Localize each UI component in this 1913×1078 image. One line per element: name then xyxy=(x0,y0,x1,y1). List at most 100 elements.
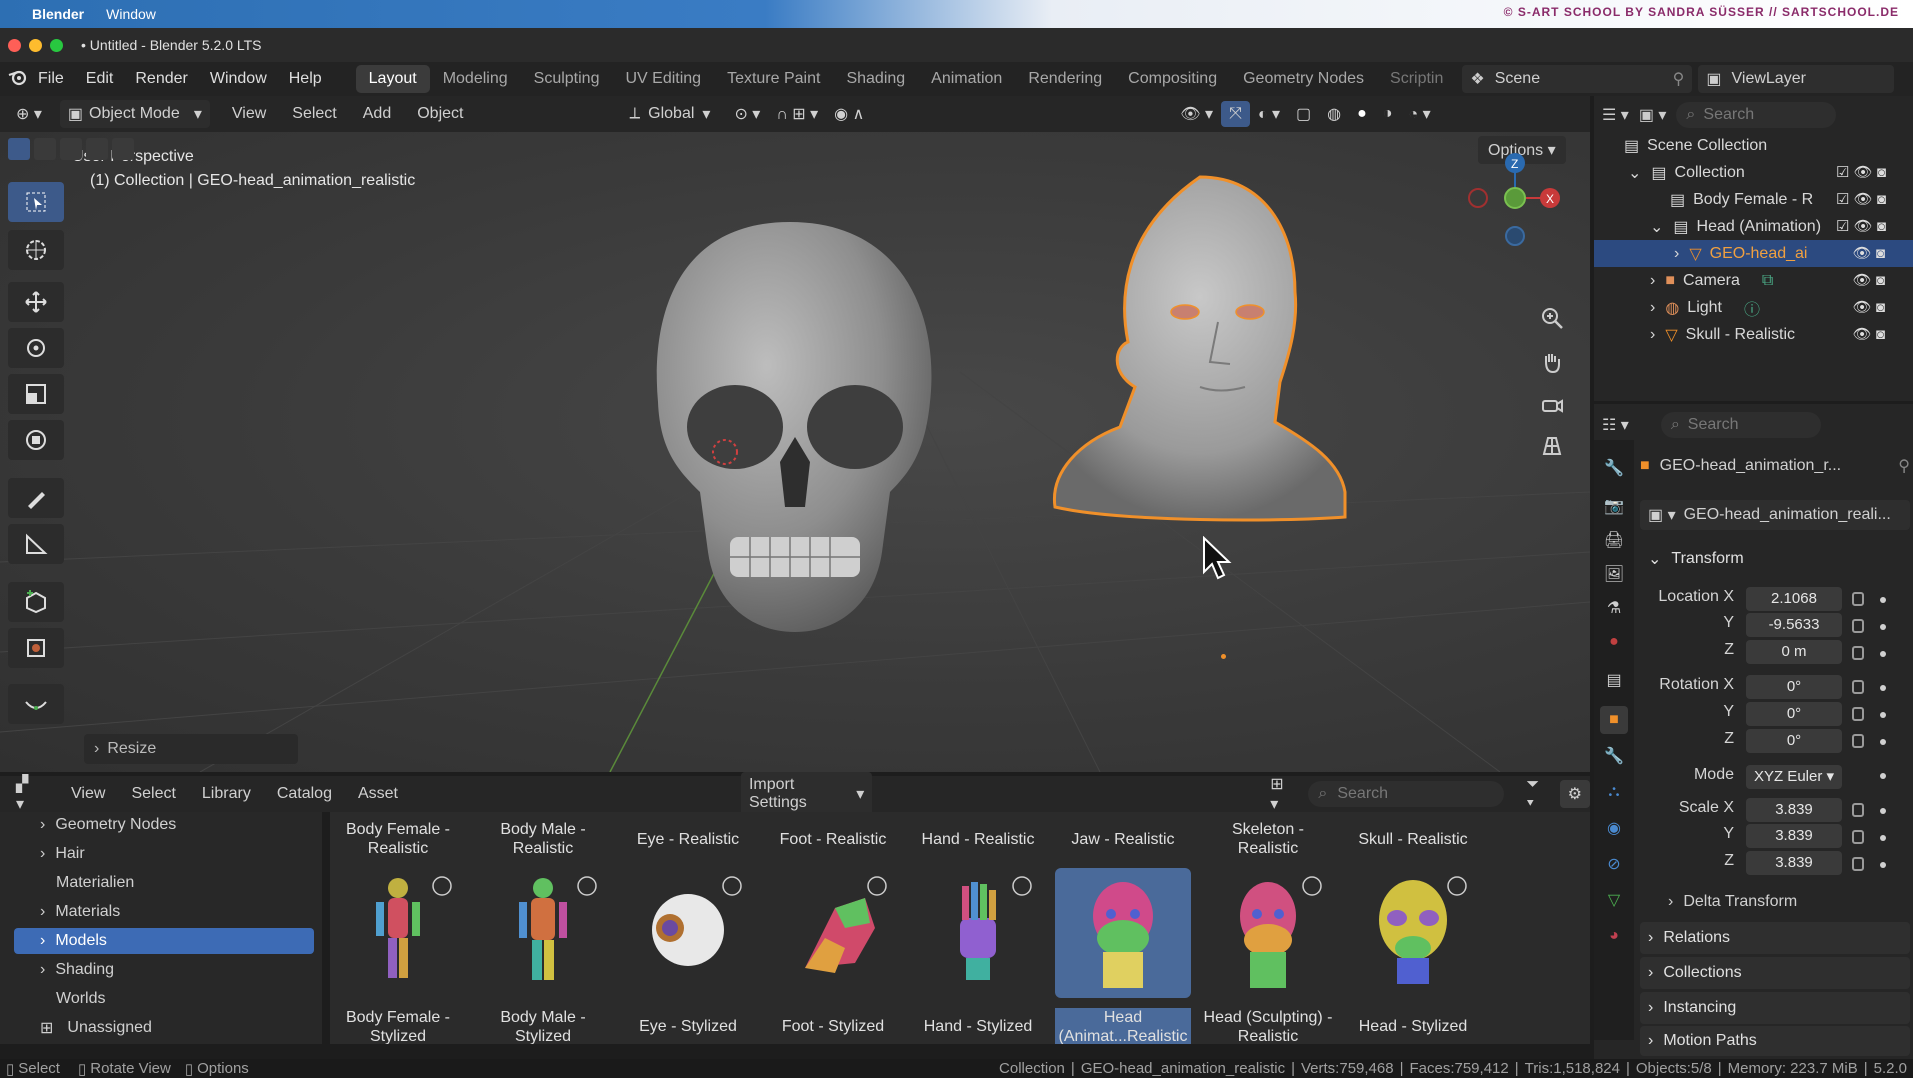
chevron-right-icon[interactable]: › xyxy=(1650,326,1655,344)
blender-logo-icon[interactable] xyxy=(8,68,28,91)
menu-select[interactable]: Select xyxy=(284,101,344,127)
skull-model[interactable] xyxy=(620,222,970,642)
asset-body-female-stylized[interactable]: Body Female - Stylized xyxy=(330,1008,466,1044)
rotation-y-field[interactable]: 0° xyxy=(1746,702,1842,726)
annotate-tool-icon[interactable] xyxy=(8,478,64,518)
mode-dropdown[interactable]: ▣ Object Mode ▾ xyxy=(59,100,210,128)
catalog-shading[interactable]: › Shading xyxy=(14,957,314,983)
pin-icon[interactable]: ⚲ xyxy=(1898,456,1910,476)
viewport-3d[interactable]: User Perspective (1) Collection | GEO-he… xyxy=(0,132,1590,772)
relations-panel[interactable]: › Relations xyxy=(1640,922,1910,954)
tab-scripting[interactable]: Scriptin xyxy=(1377,65,1456,93)
view-layer-selector[interactable]: ▣ ViewLayer xyxy=(1698,65,1895,93)
keyframe-dot-icon[interactable] xyxy=(1880,808,1886,814)
keyframe-dot-icon[interactable] xyxy=(1880,773,1886,779)
asset-foot-realistic[interactable]: Foot - Realistic xyxy=(765,830,901,849)
particles-tab-icon[interactable]: ⛬ xyxy=(1600,778,1628,806)
move-tool-icon[interactable] xyxy=(8,282,64,322)
keyframe-dot-icon[interactable] xyxy=(1880,862,1886,868)
select-box-tool-icon[interactable] xyxy=(8,182,64,222)
select-invert-icon[interactable] xyxy=(86,138,108,160)
menu-add[interactable]: Add xyxy=(355,101,399,127)
thumb-hand-stylized[interactable] xyxy=(910,868,1046,998)
properties-editor-type-icon[interactable]: ☷ ▾ xyxy=(1602,415,1629,435)
object-tab-icon[interactable]: ■ xyxy=(1600,706,1628,734)
motion-paths-panel[interactable]: › Motion Paths xyxy=(1640,1026,1910,1056)
close-window-button[interactable] xyxy=(8,38,21,52)
tab-shading[interactable]: Shading xyxy=(833,65,918,93)
asset-head-animation-realistic[interactable]: Head (Animat...Realistic xyxy=(1055,1008,1191,1044)
lock-icon[interactable] xyxy=(1852,707,1864,721)
modifier-tab-icon[interactable]: 🔧 xyxy=(1600,742,1628,770)
lock-icon[interactable] xyxy=(1852,830,1864,844)
catalog-geometry-nodes[interactable]: › Geometry Nodes xyxy=(14,812,314,838)
keyframe-dot-icon[interactable] xyxy=(1880,835,1886,841)
tab-sculpting[interactable]: Sculpting xyxy=(521,65,613,93)
material-tab-icon[interactable]: ◕ xyxy=(1600,922,1628,950)
location-x-field[interactable]: 2.1068 xyxy=(1746,587,1842,611)
properties-search-input[interactable]: ⌕ Search xyxy=(1660,412,1821,438)
rotate-tool-icon[interactable] xyxy=(8,328,64,368)
menu-file[interactable]: File xyxy=(38,70,64,88)
overlays-icon[interactable]: ◐ ▾ xyxy=(1250,100,1288,128)
menu-edit[interactable]: Edit xyxy=(86,70,114,88)
output-tab-icon[interactable]: 🖨 xyxy=(1600,526,1628,554)
navigation-gizmo[interactable]: Z X xyxy=(1450,148,1570,248)
select-box-icon[interactable] xyxy=(8,138,30,160)
menu-help[interactable]: Help xyxy=(289,70,322,88)
tab-rendering[interactable]: Rendering xyxy=(1015,65,1115,93)
menu-app[interactable]: Blender xyxy=(32,6,84,22)
head-model-selected[interactable] xyxy=(1040,172,1360,532)
keyframe-dot-icon[interactable] xyxy=(1880,739,1886,745)
zoom-icon[interactable] xyxy=(1532,300,1572,336)
lock-icon[interactable] xyxy=(1852,803,1864,817)
material-shading-icon[interactable]: ◑ xyxy=(1375,101,1401,127)
tab-compositing[interactable]: Compositing xyxy=(1115,65,1230,93)
select-extend-icon[interactable] xyxy=(34,138,56,160)
xray-icon[interactable]: ▢ xyxy=(1288,100,1319,128)
menu-window[interactable]: Window xyxy=(106,6,156,22)
collections-panel[interactable]: › Collections xyxy=(1640,957,1910,989)
keyframe-dot-icon[interactable] xyxy=(1880,597,1886,603)
chevron-down-icon[interactable]: ⌄ xyxy=(1650,217,1663,237)
keyframe-dot-icon[interactable] xyxy=(1880,712,1886,718)
asset-head-sculpting-realistic[interactable]: Head (Sculpting) - Realistic xyxy=(1200,1008,1336,1044)
menu-view[interactable]: View xyxy=(224,101,274,127)
collection-tab-icon[interactable]: ▤ xyxy=(1600,666,1628,694)
menu-catalog[interactable]: Catalog xyxy=(269,781,340,807)
asset-eye-stylized[interactable]: Eye - Stylized xyxy=(620,1017,756,1036)
tab-modeling[interactable]: Modeling xyxy=(430,65,521,93)
thumb-head-sculpting-realistic[interactable] xyxy=(1200,868,1336,998)
transform-orientation-dropdown[interactable]: ⟂ Global ▾ xyxy=(621,100,718,128)
select-intersect-icon[interactable] xyxy=(112,138,134,160)
filter-funnel-icon[interactable]: ⏷ ▾ xyxy=(1518,772,1557,816)
cursor-tool-icon[interactable] xyxy=(8,230,64,270)
keyframe-dot-icon[interactable] xyxy=(1880,651,1886,657)
asset-head-stylized[interactable]: Head - Stylized xyxy=(1345,1017,1481,1036)
menu-select[interactable]: Select xyxy=(123,781,183,807)
wireframe-shading-icon[interactable]: ◍ xyxy=(1319,100,1349,128)
catalog-materialien[interactable]: Materialien xyxy=(14,870,314,896)
asset-jaw-realistic[interactable]: Jaw - Realistic xyxy=(1055,830,1191,849)
transform-panel-header[interactable]: ⌄ Transform xyxy=(1640,544,1910,574)
select-subtract-icon[interactable] xyxy=(60,138,82,160)
location-z-field[interactable]: 0 m xyxy=(1746,640,1842,664)
delta-transform-subpanel[interactable]: › Delta Transform xyxy=(1660,888,1910,916)
thumb-head-animation-realistic-selected[interactable] xyxy=(1055,868,1191,998)
chevron-right-icon[interactable]: › xyxy=(1674,245,1679,263)
tab-texture-paint[interactable]: Texture Paint xyxy=(714,65,833,93)
pin-icon[interactable]: ⚲ xyxy=(1673,69,1685,89)
last-operator-panel[interactable]: › Resize xyxy=(84,734,298,764)
menu-view[interactable]: View xyxy=(63,781,113,807)
thumb-body-male-stylized[interactable] xyxy=(475,868,611,998)
asset-hand-realistic[interactable]: Hand - Realistic xyxy=(910,830,1046,849)
rendered-shading-icon[interactable]: ◔ ▾ xyxy=(1400,100,1438,128)
camera-view-icon[interactable] xyxy=(1532,386,1572,422)
menu-window[interactable]: Window xyxy=(210,70,267,88)
shrink-fatten-tool-icon[interactable] xyxy=(8,628,64,668)
perspective-toggle-icon[interactable] xyxy=(1532,428,1572,464)
pan-hand-icon[interactable] xyxy=(1532,344,1572,380)
asset-search-input[interactable]: ⌕ Search xyxy=(1308,781,1505,807)
rotation-x-field[interactable]: 0° xyxy=(1746,675,1842,699)
display-mode-icon[interactable]: ⊞ ▾ xyxy=(1262,770,1302,818)
